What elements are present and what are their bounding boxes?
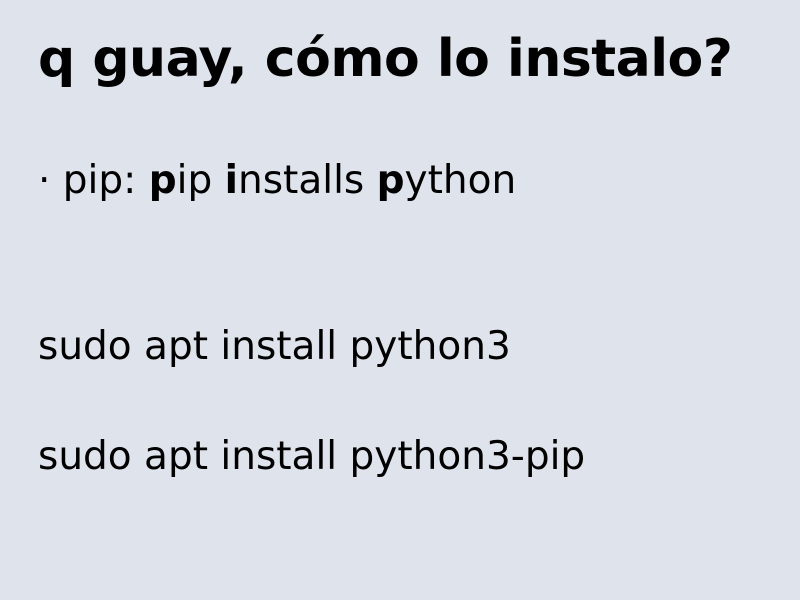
bullet-term: pip	[62, 158, 124, 203]
acronym-word-rest: ip	[176, 158, 225, 203]
slide: q guay, cómo lo instalo? · pip: pip inst…	[0, 0, 800, 600]
command-install-python3-pip: sudo apt install python3-pip	[38, 434, 586, 479]
acronym-letter-i: i	[224, 158, 238, 203]
acronym-word-rest: nstalls	[238, 158, 377, 203]
command-install-python3: sudo apt install python3	[38, 324, 511, 369]
acronym-word-rest: ython	[404, 158, 517, 203]
bullet-marker: ·	[38, 158, 63, 203]
bullet-separator: :	[123, 158, 149, 203]
acronym-letter-p: p	[376, 158, 405, 203]
bullet-pip-acronym: · pip: pip installs python	[38, 158, 516, 205]
slide-title: q guay, cómo lo instalo?	[38, 29, 733, 89]
acronym-letter-p: p	[148, 158, 177, 203]
